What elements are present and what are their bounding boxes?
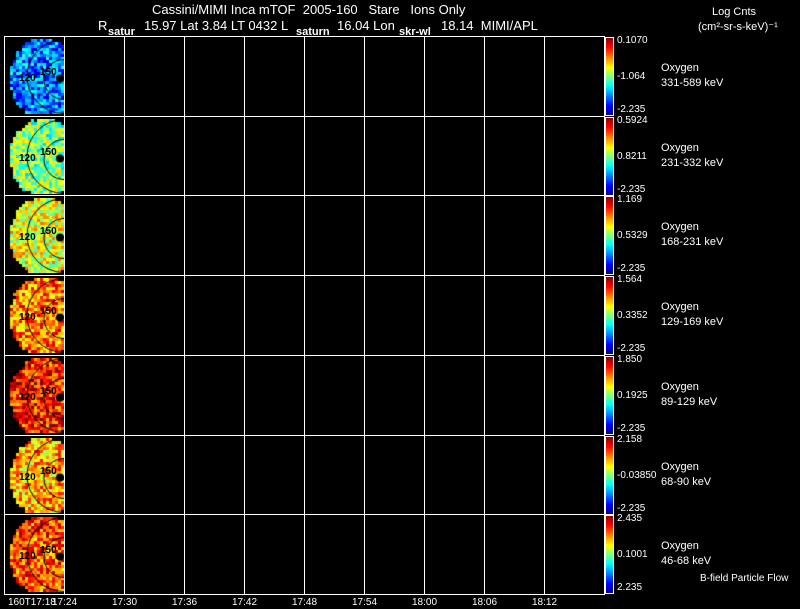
energy-range-label: 89-129 keV — [661, 395, 718, 408]
x-tick-label: 18:06 — [472, 597, 498, 608]
colorbar-min-label: 2.235 — [617, 582, 643, 593]
contour-label-150: 150 — [40, 465, 57, 477]
ephemeris-lon-credit: 18.14 MIMI/APL — [441, 18, 538, 33]
colorbar — [605, 196, 614, 275]
colorbar-min-label: -2.235 — [617, 343, 646, 354]
energy-range-label: 168-231 keV — [661, 235, 724, 248]
x-tick-label: 17:42 — [232, 597, 258, 608]
species-label: Oxygen — [661, 141, 699, 154]
species-label: Oxygen — [661, 300, 699, 313]
colorbar-max-label: 0.1070 — [617, 35, 648, 46]
colorbar-mid-label: 0.8211 — [617, 150, 647, 162]
x-tick-label: 160T17:18 — [8, 597, 56, 608]
colorbar-mid-label: -0.03850 — [617, 469, 657, 481]
r-label: R — [98, 18, 108, 33]
contour-label-150: 150 — [40, 66, 57, 78]
colorbar-min-label: -2.235 — [617, 104, 646, 115]
colorbar-mid-label: 0.1925 — [617, 389, 648, 401]
contour-label-120: 120 — [19, 391, 36, 403]
colorbar-mid-label: 0.3352 — [617, 309, 648, 321]
time-gridline — [484, 36, 485, 594]
plot-title: Cassini/MIMI Inca mTOF 2005-160 Stare Io… — [152, 2, 466, 17]
x-tick-label: 18:00 — [412, 597, 438, 608]
colorbar-min-label: -2.235 — [617, 423, 646, 434]
species-label: Oxygen — [661, 460, 699, 473]
colorbar — [605, 276, 614, 355]
time-gridline — [544, 36, 545, 594]
time-gridline — [184, 36, 185, 594]
colorbar-max-label: 0.5924 — [617, 115, 648, 126]
contour-label-120: 120 — [19, 72, 36, 84]
colorbar-mid-label: 0.5329 — [617, 229, 648, 241]
mimi-inca-plot: Cassini/MIMI Inca mTOF 2005-160 Stare Io… — [0, 0, 800, 609]
contour-label-150: 150 — [40, 146, 57, 158]
x-tick-label: 17:24 — [52, 597, 78, 608]
energy-range-label: 331-589 keV — [661, 76, 724, 89]
species-label: Oxygen — [661, 61, 699, 74]
colorbar — [605, 356, 614, 435]
contour-label-120: 120 — [19, 231, 36, 243]
time-gridline — [4, 36, 5, 594]
contour-label-150: 150 — [40, 225, 57, 237]
time-gridline — [124, 36, 125, 594]
x-tick-label: 17:36 — [172, 597, 198, 608]
footer-note: B-field Particle Flow — [700, 573, 789, 584]
energy-range-label: 231-332 keV — [661, 156, 724, 169]
time-gridline — [364, 36, 365, 594]
colorbar-mid-label: 0.1001 — [617, 548, 648, 560]
contour-label-150: 150 — [40, 305, 57, 317]
units-title: Log Cnts — [712, 6, 757, 18]
colorbar — [605, 436, 614, 515]
colorbar — [605, 37, 614, 116]
x-tick-label: 17:54 — [352, 597, 378, 608]
contour-label-120: 120 — [19, 550, 36, 562]
colorbar-max-label: 2.158 — [617, 434, 643, 445]
x-tick-label: 18:12 — [532, 597, 558, 608]
species-label: Oxygen — [661, 220, 699, 233]
species-label: Oxygen — [661, 380, 699, 393]
colorbar — [605, 515, 614, 594]
time-gridline — [424, 36, 425, 594]
colorbar-max-label: 2.435 — [617, 513, 643, 524]
time-gridline — [304, 36, 305, 594]
x-tick-label: 17:48 — [292, 597, 318, 608]
colorbar-max-label: 1.564 — [617, 274, 643, 285]
contour-label-120: 120 — [19, 311, 36, 323]
contour-label-150: 150 — [40, 385, 57, 397]
time-gridline — [244, 36, 245, 594]
colorbar-max-label: 1.850 — [617, 354, 643, 365]
colorbar-mid-label: -1.064 — [617, 70, 646, 82]
time-gridline — [64, 36, 65, 594]
colorbar-min-label: -2.235 — [617, 263, 646, 274]
x-tick-label: 17:30 — [112, 597, 138, 608]
contour-label-120: 120 — [19, 471, 36, 483]
colorbar — [605, 117, 614, 196]
energy-range-label: 129-169 keV — [661, 315, 724, 328]
contour-label-120: 120 — [19, 152, 36, 164]
energy-range-label: 46-68 keV — [661, 554, 712, 567]
units-label: (cm²-sr-s-keV)⁻¹ — [698, 21, 778, 33]
ephemeris-l-lon: 16.04 Lon — [337, 18, 395, 33]
species-label: Oxygen — [661, 539, 699, 552]
row-divider — [4, 594, 605, 595]
energy-range-label: 68-90 keV — [661, 475, 712, 488]
ephemeris-r-lat-lt: 15.97 Lat 3.84 LT 0432 L — [144, 18, 289, 33]
colorbar-max-label: 1.169 — [617, 194, 643, 205]
contour-label-150: 150 — [40, 544, 57, 556]
